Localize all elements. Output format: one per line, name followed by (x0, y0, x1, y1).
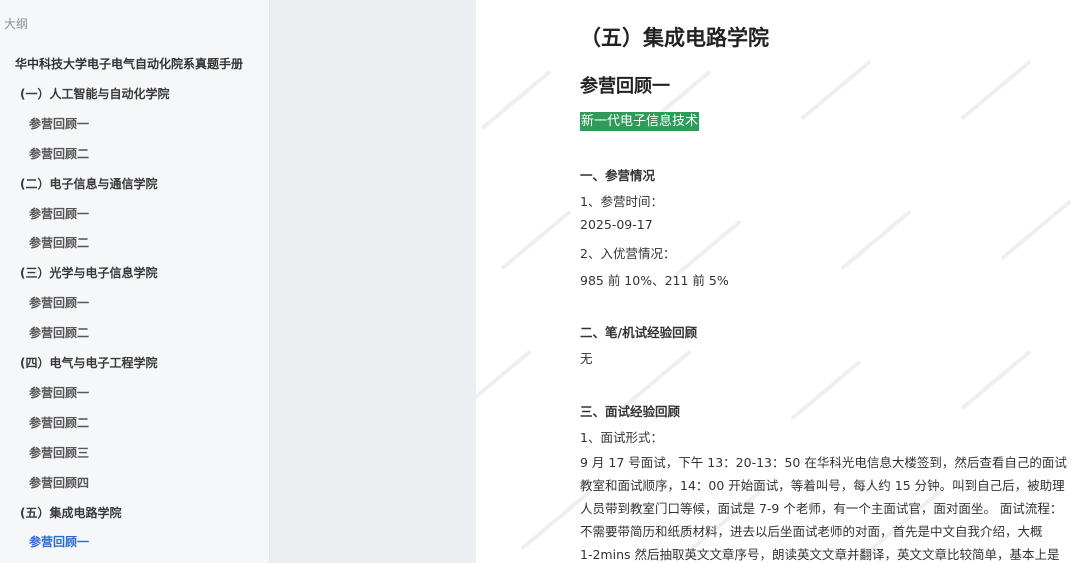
camp-time-value: 2025-09-17 (580, 217, 653, 232)
excellent-camp-label: 2、入优营情况： (580, 246, 676, 261)
interview-format-label: 1、面试形式： (580, 430, 663, 445)
outline-item[interactable]: 参营回顾二 (0, 411, 269, 435)
section-heading-interview: 三、面试经验回顾 (580, 404, 681, 419)
outline-item[interactable]: 参营回顾二 (0, 321, 269, 345)
written-test-value: 无 (580, 351, 593, 366)
outline-item[interactable]: 华中科技大学电子电气自动化院系真题手册 (0, 52, 269, 76)
highlight-tag: 新一代电子信息技术 (580, 112, 700, 131)
highlight-tag-wrap: 新一代电子信息技术 (580, 110, 700, 131)
interview-paragraph: 9 月 17 号面试，下午 13：20-13：50 在华科光电信息大楼签到，然后… (580, 451, 1074, 563)
watermark-mark (801, 60, 871, 120)
watermark-mark (791, 360, 861, 420)
page-gutter (271, 0, 476, 563)
outline-item[interactable]: (五）集成电路学院 (0, 501, 269, 525)
paragraph-line: 人员带到教室门口等候，面试是 7-9 个老师，有一个主面试官，面对面坐。 面试流… (580, 501, 1063, 516)
watermark-mark (961, 60, 1031, 120)
outline-item[interactable]: 参营回顾三 (0, 441, 269, 465)
outline-sidebar: 大纲 华中科技大学电子电气自动化院系真题手册 (一）人工智能与自动化学院 参营回顾一… (0, 0, 270, 563)
paragraph-line: 9 月 17 号面试，下午 13：20-13：50 在华科光电信息大楼签到，然后… (580, 455, 1067, 470)
outline-item[interactable]: (四）电气与电子工程学院 (0, 351, 269, 375)
excellent-camp-value: 985 前 10%、211 前 5% (580, 273, 729, 288)
paragraph-line: 不需要带简历和纸质材料，进去以后坐面试老师的对面，首先是中文自我介绍，大概 (580, 524, 1043, 539)
outline-item[interactable]: 参营回顾一 (0, 291, 269, 315)
college-title: （五）集成电路学院 (580, 26, 769, 50)
outline-item[interactable]: 参营回顾四 (0, 471, 269, 495)
outline-item[interactable]: 参营回顾一 (0, 112, 269, 136)
outline-item[interactable]: 参营回顾一 (0, 381, 269, 405)
outline-item[interactable]: (二）电子信息与通信学院 (0, 172, 269, 196)
outline-item[interactable]: (三）光学与电子信息学院 (0, 261, 269, 285)
paragraph-line: 教室和面试顺序，14：00 开始面试，等着叫号，每人约 15 分钟。叫到自己后，… (580, 478, 1065, 493)
outline-item[interactable]: 参营回顾一 (0, 530, 269, 554)
watermark-mark (476, 350, 531, 410)
watermark-mark (961, 350, 1031, 410)
outline-label: 大纲 (4, 17, 29, 31)
section-heading-participation: 一、参营情况 (580, 168, 656, 183)
watermark-mark (501, 210, 571, 270)
watermark-mark (1001, 200, 1071, 260)
document-page: （五）集成电路学院 参营回顾一 新一代电子信息技术 一、参营情况 1、参营时间：… (476, 0, 1080, 563)
section-title: 参营回顾一 (580, 76, 670, 97)
watermark-mark (841, 210, 911, 270)
outline-item[interactable]: (一）人工智能与自动化学院 (0, 82, 269, 106)
outline-item[interactable]: 参营回顾一 (0, 202, 269, 226)
paragraph-line: 1-2mins 然后抽取英文文章序号，朗读英文文章并翻译，英文文章比较简单，基本… (580, 547, 1060, 562)
outline-item[interactable]: 参营回顾二 (0, 231, 269, 255)
watermark-mark (481, 70, 551, 130)
camp-time-label: 1、参营时间： (580, 194, 663, 209)
outline-item[interactable]: 参营回顾二 (0, 142, 269, 166)
section-heading-written-test: 二、笔/机试经验回顾 (580, 325, 698, 340)
